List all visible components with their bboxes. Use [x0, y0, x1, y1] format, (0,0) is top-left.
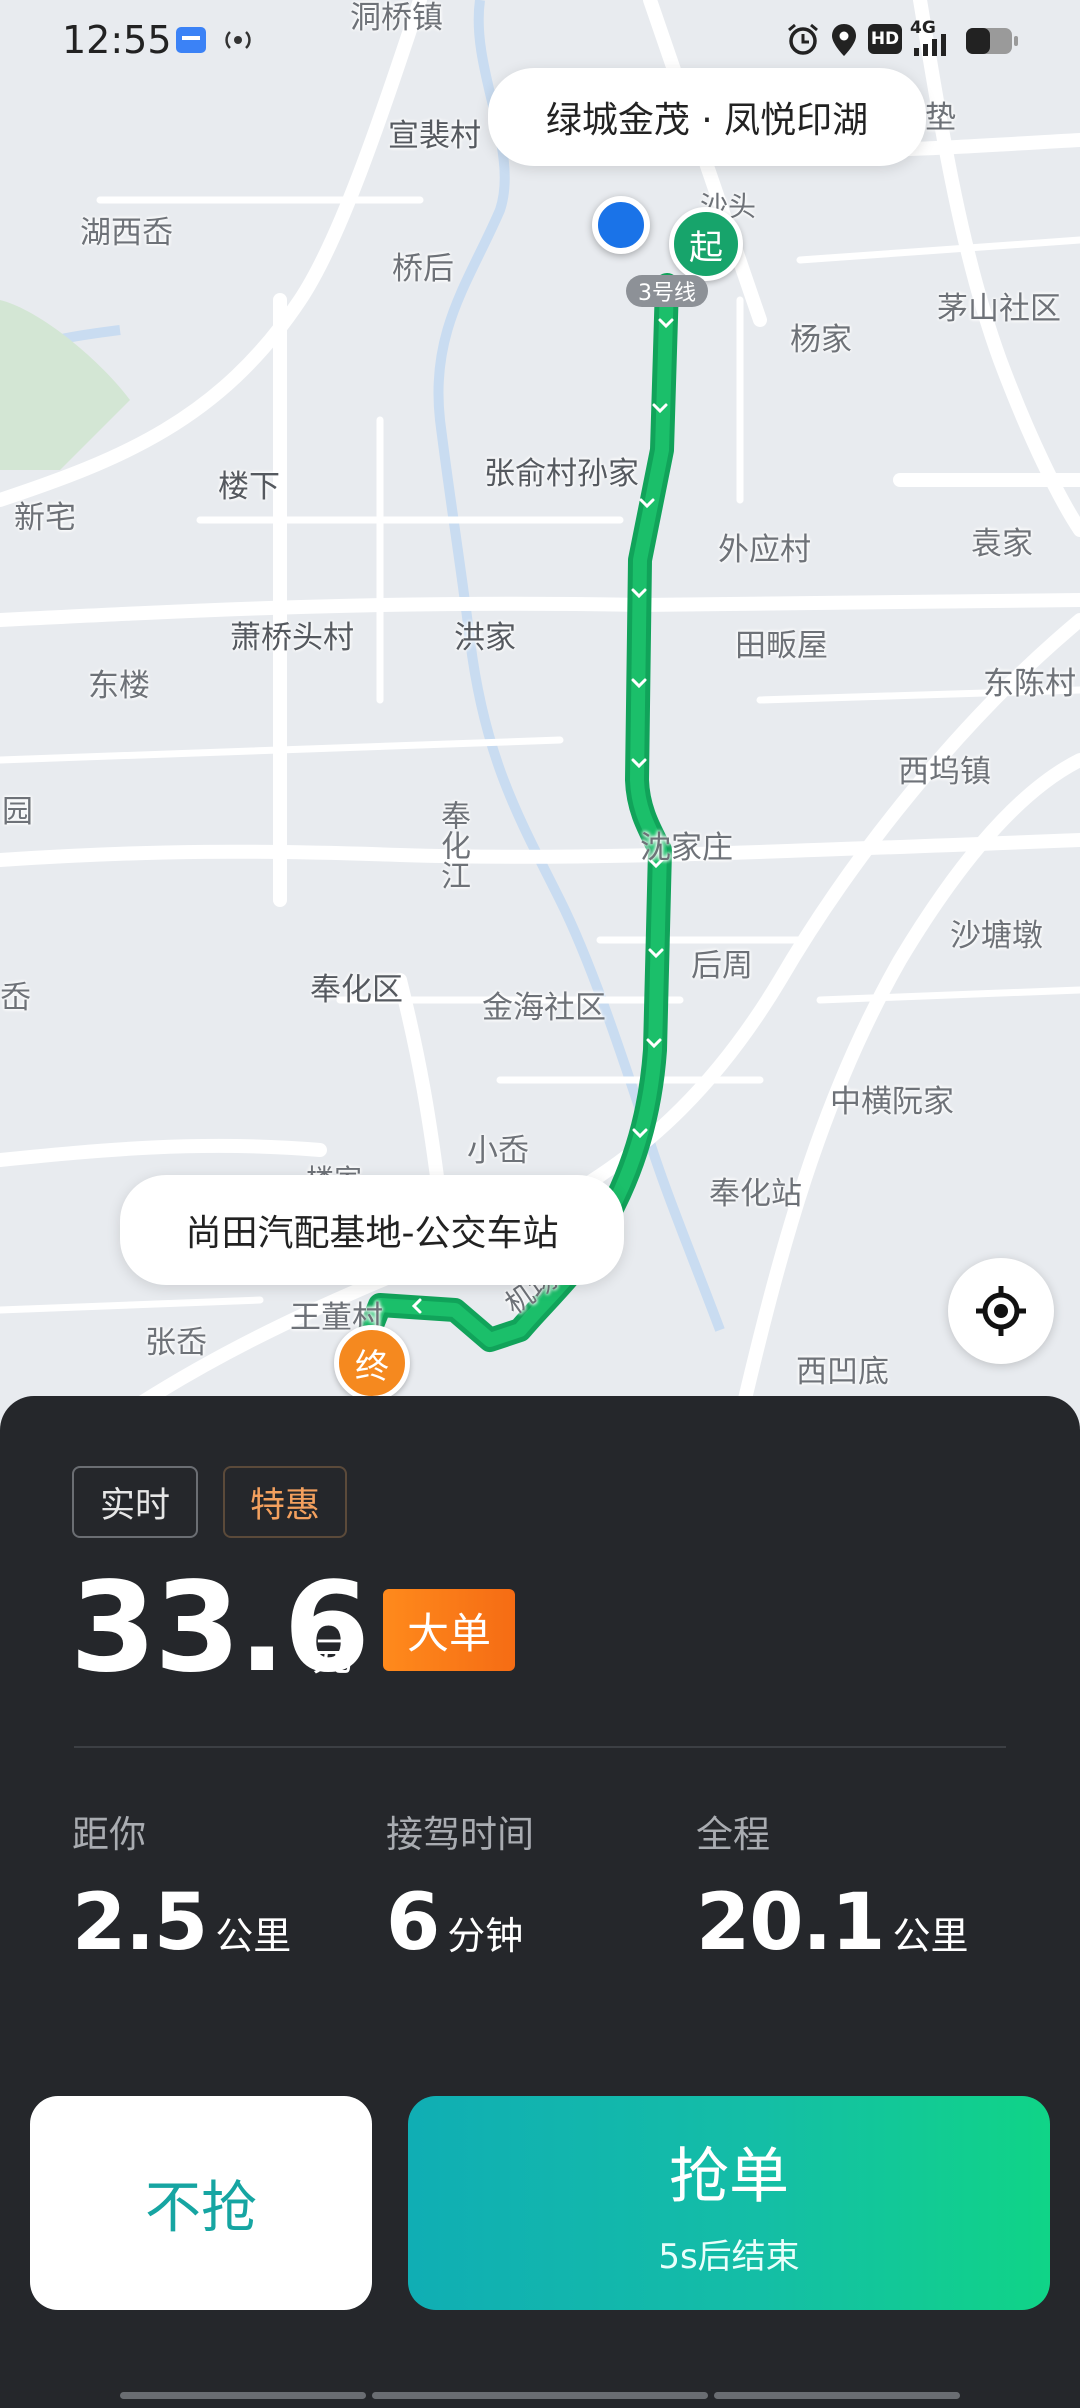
stat-unit: 公里 — [892, 1914, 969, 1958]
place-label: 园 — [2, 794, 33, 830]
stat-value: 2.5 — [72, 1878, 208, 1968]
stat-total-distance: 全程 20.1 公里 — [696, 1804, 968, 1968]
place-label: 沈家庄 — [640, 830, 733, 866]
nav-segment — [120, 2392, 366, 2399]
place-label: 西凹底 — [796, 1354, 889, 1390]
metro-exit-badge: 3号线 — [626, 275, 708, 307]
place-label: 奉化江 — [435, 800, 470, 890]
stat-distance: 距你 2.5 公里 — [72, 1804, 291, 1968]
hotspot-icon — [225, 31, 251, 49]
stat-label: 接驾时间 — [386, 1813, 534, 1856]
place-label: 垫 — [925, 100, 956, 136]
place-label: 袁家 — [971, 526, 1033, 562]
app-notification-icon — [176, 27, 206, 53]
start-pin: 起 — [669, 207, 743, 281]
grab-order-label: 抢单 — [669, 2142, 789, 2212]
place-label: 湖西岙 — [80, 215, 173, 251]
place-label: 茅山社区 — [937, 291, 1061, 327]
crosshair-icon — [976, 1286, 1026, 1336]
recenter-location-button[interactable] — [948, 1258, 1054, 1364]
stat-label: 距你 — [72, 1813, 146, 1856]
stat-unit: 分钟 — [447, 1914, 524, 1958]
big-order-badge: 大单 — [383, 1589, 515, 1671]
stat-unit: 公里 — [215, 1914, 292, 1958]
divider — [74, 1746, 1006, 1748]
pickup-location-callout[interactable]: 绿城金茂 · 凤悦印湖 — [488, 68, 926, 166]
route-map[interactable]: 洞桥镇 宣裴村 湖西岙 桥后 杨家 茅山社区 新宅 楼下 张俞村孙家 外应村 袁… — [0, 0, 1080, 1420]
place-label: 桥后 — [392, 251, 454, 287]
stat-value: 6 — [386, 1878, 440, 1968]
stat-value: 20.1 — [696, 1878, 885, 1968]
place-label: 萧桥头村 — [230, 620, 354, 656]
alarm-icon — [788, 23, 818, 55]
place-label: 外应村 — [718, 532, 811, 568]
place-label: 田畈屋 — [735, 628, 828, 664]
place-label: 东陈村 — [983, 666, 1076, 702]
place-label: 西坞镇 — [898, 754, 991, 790]
place-label: 奉化区 — [310, 972, 403, 1008]
signal-4g-icon: 4G — [910, 18, 960, 58]
nav-segment — [372, 2392, 708, 2399]
location-icon — [832, 24, 856, 56]
nav-segment — [714, 2392, 960, 2399]
skip-order-button[interactable]: 不抢 — [30, 2096, 372, 2310]
place-label: 杨家 — [790, 322, 852, 358]
grab-order-button[interactable]: 抢单 5s后结束 — [408, 2096, 1050, 2310]
stat-label: 全程 — [696, 1813, 770, 1856]
place-label: 楼下 — [218, 469, 280, 505]
tag-discount: 特惠 — [223, 1466, 347, 1538]
place-label: 奉化站 — [709, 1176, 802, 1212]
place-label: 东楼 — [88, 668, 150, 704]
stat-pickup-time: 接驾时间 6 分钟 — [386, 1804, 534, 1968]
dropoff-location-callout[interactable]: 尚田汽配基地-公交车站 — [120, 1175, 624, 1285]
end-pin: 终 — [334, 1325, 410, 1401]
place-label: 岙 — [0, 980, 31, 1016]
place-label: 新宅 — [14, 500, 76, 536]
place-label: 中横阮家 — [830, 1084, 954, 1120]
place-label: 后周 — [691, 948, 753, 984]
order-sheet: 实时 特惠 33.6 元 大单 距你 2.5 公里 接驾时间 6 分钟 全程 20.… — [0, 1396, 1080, 2408]
place-label: 张俞村孙家 — [484, 456, 639, 492]
place-label: 小岙 — [467, 1133, 529, 1169]
battery-icon — [966, 28, 1018, 54]
place-label: 洪家 — [454, 620, 516, 656]
place-label: 金海社区 — [482, 990, 606, 1026]
grab-countdown: 5s后结束 — [658, 2237, 800, 2277]
hd-icon: HD — [868, 24, 902, 54]
driver-location-marker — [592, 196, 650, 254]
place-label: 沙塘墩 — [950, 918, 1043, 954]
place-label: 张岙 — [145, 1325, 207, 1361]
status-time: 12:55 — [62, 18, 172, 62]
price-unit: 元 — [312, 1634, 352, 1680]
tag-realtime: 实时 — [72, 1466, 198, 1538]
gesture-navigation-bar[interactable] — [0, 2392, 1080, 2400]
place-label: 宣裴村 — [388, 118, 481, 154]
